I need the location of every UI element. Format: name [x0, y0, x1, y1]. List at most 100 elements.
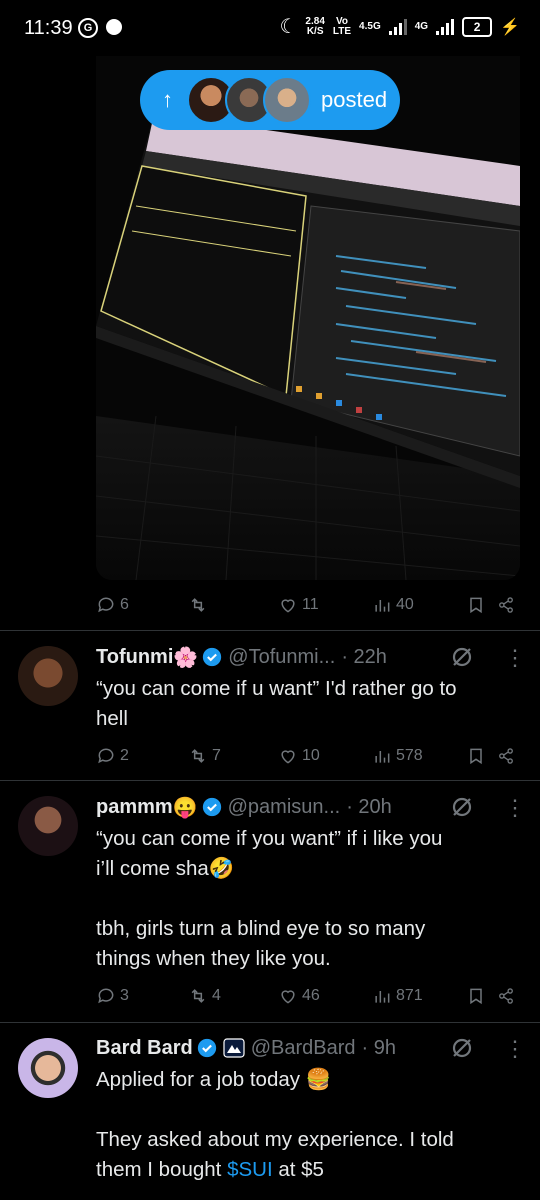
timestamp[interactable]: · 20h	[346, 796, 392, 819]
arrow-up-icon: ↑	[162, 87, 173, 112]
reply-icon	[98, 988, 114, 1004]
like-button[interactable]: 11	[278, 595, 319, 615]
share-button[interactable]	[496, 595, 516, 615]
signal-2-icon	[436, 18, 455, 35]
display-name[interactable]: Tofunmi	[96, 646, 173, 669]
app-notification-icon: G	[78, 18, 98, 38]
repost-button[interactable]: 4	[188, 986, 221, 1006]
heart-icon	[281, 990, 295, 1004]
status-bar: 11:39 G ☾ 2.84 K/S Vo LTE 4.5G 4G 2 ⚡	[0, 0, 540, 56]
bookmark-button[interactable]	[466, 595, 486, 615]
network-type-2: 4G	[414, 20, 429, 32]
more-options-icon[interactable]: ⋮	[504, 795, 526, 821]
avatar[interactable]	[18, 646, 78, 706]
post-media-image[interactable]	[96, 56, 520, 580]
repost-count: 4	[212, 987, 221, 1004]
more-options-icon[interactable]: ⋮	[504, 645, 526, 671]
reply-button[interactable]: 3	[96, 986, 129, 1006]
timestamp[interactable]: · 9h	[362, 1037, 396, 1060]
affiliate-badge-icon	[223, 1038, 245, 1058]
like-button[interactable]: 10	[278, 746, 320, 766]
display-name[interactable]: Bard Bard	[96, 1037, 193, 1060]
repost-icon	[191, 749, 205, 763]
grok-icon[interactable]	[450, 1036, 474, 1060]
divider	[0, 780, 540, 781]
reply-icon	[98, 748, 114, 764]
reply-count: 2	[120, 747, 129, 764]
bookmark-button[interactable]	[466, 746, 486, 766]
name-emoji: 😛	[172, 796, 198, 819]
repost-count: 7	[212, 747, 221, 764]
heart-icon	[281, 599, 295, 613]
avatar[interactable]	[18, 796, 78, 856]
like-count: 46	[302, 987, 320, 1004]
reply-icon	[98, 597, 114, 613]
battery-icon: 2	[462, 16, 493, 37]
share-icon	[499, 748, 513, 764]
repost-button[interactable]: 7	[188, 746, 221, 766]
views-icon	[375, 991, 390, 1003]
timestamp[interactable]: · 22h	[341, 646, 387, 669]
tweet-action-bar: 2 7 10 578	[96, 741, 520, 771]
like-count: 10	[302, 747, 320, 764]
heart-icon	[281, 750, 295, 764]
view-count: 40	[396, 596, 414, 613]
display-name[interactable]: pammm	[96, 796, 173, 819]
verified-badge-icon	[203, 647, 222, 667]
repost-icon	[191, 598, 205, 612]
view-count: 578	[396, 747, 423, 764]
tweet-header: pammm 😛 @pamisun... · 20h	[96, 792, 392, 822]
grok-icon[interactable]	[450, 795, 474, 819]
share-icon	[499, 988, 513, 1004]
poster-avatars	[187, 76, 311, 124]
tweet-header: Bard Bard @BardBard · 9h	[96, 1033, 396, 1063]
verified-badge-icon	[202, 797, 221, 817]
status-time: 11:39	[24, 17, 73, 39]
bookmark-icon	[470, 597, 482, 614]
views-icon	[375, 751, 390, 763]
view-count: 871	[396, 987, 423, 1004]
grok-icon[interactable]	[450, 645, 474, 669]
reply-count: 3	[120, 987, 129, 1004]
handle[interactable]: @pamisun...	[228, 796, 341, 819]
like-button[interactable]: 46	[278, 986, 320, 1006]
reply-button[interactable]: 6	[96, 595, 129, 615]
repost-button[interactable]	[188, 595, 208, 615]
share-button[interactable]	[496, 986, 516, 1006]
share-button[interactable]	[496, 746, 516, 766]
cashtag-link[interactable]: $SUI	[227, 1158, 273, 1181]
post-action-bar: 6 11 40	[96, 590, 520, 620]
views-button[interactable]: 578	[372, 746, 423, 766]
divider	[0, 1022, 540, 1023]
timer-icon	[106, 19, 122, 35]
like-count: 11	[302, 596, 319, 613]
reply-count: 6	[120, 596, 129, 613]
handle[interactable]: @Tofunmi...	[228, 646, 335, 669]
status-icons: ☾ 2.84 K/S Vo LTE 4.5G 4G 2 ⚡	[279, 14, 520, 39]
tweet-header: Tofunmi 🌸 @Tofunmi... · 22h	[96, 642, 387, 672]
reply-button[interactable]: 2	[96, 746, 129, 766]
laptop-screen-photo	[96, 56, 520, 580]
posted-label: posted	[321, 87, 388, 112]
tweet-text-part: at $5	[272, 1158, 324, 1181]
share-icon	[499, 597, 513, 613]
bookmark-button[interactable]	[466, 986, 486, 1006]
net-speed: 2.84 K/S	[305, 15, 325, 37]
volte-indicator: Vo LTE	[332, 15, 352, 37]
divider	[0, 630, 540, 631]
verified-badge-icon	[197, 1038, 216, 1058]
views-button[interactable]: 40	[372, 595, 414, 615]
bookmark-icon	[470, 748, 482, 765]
tweet-text: “you can come if you want” if i like you…	[96, 827, 443, 970]
new-posts-pill[interactable]: ↑ posted	[140, 70, 400, 130]
tweet-text: Applied for a job today 🍔 They asked abo…	[96, 1065, 516, 1185]
handle[interactable]: @BardBard	[251, 1037, 356, 1060]
more-options-icon[interactable]: ⋮	[504, 1036, 526, 1062]
network-type-1: 4.5G	[359, 20, 381, 32]
repost-icon	[191, 989, 205, 1003]
tweet-action-bar: 3 4 46 871	[96, 981, 520, 1011]
views-button[interactable]: 871	[372, 986, 423, 1006]
bookmark-icon	[470, 988, 482, 1005]
charging-icon: ⚡	[500, 18, 520, 36]
avatar[interactable]	[18, 1038, 78, 1098]
